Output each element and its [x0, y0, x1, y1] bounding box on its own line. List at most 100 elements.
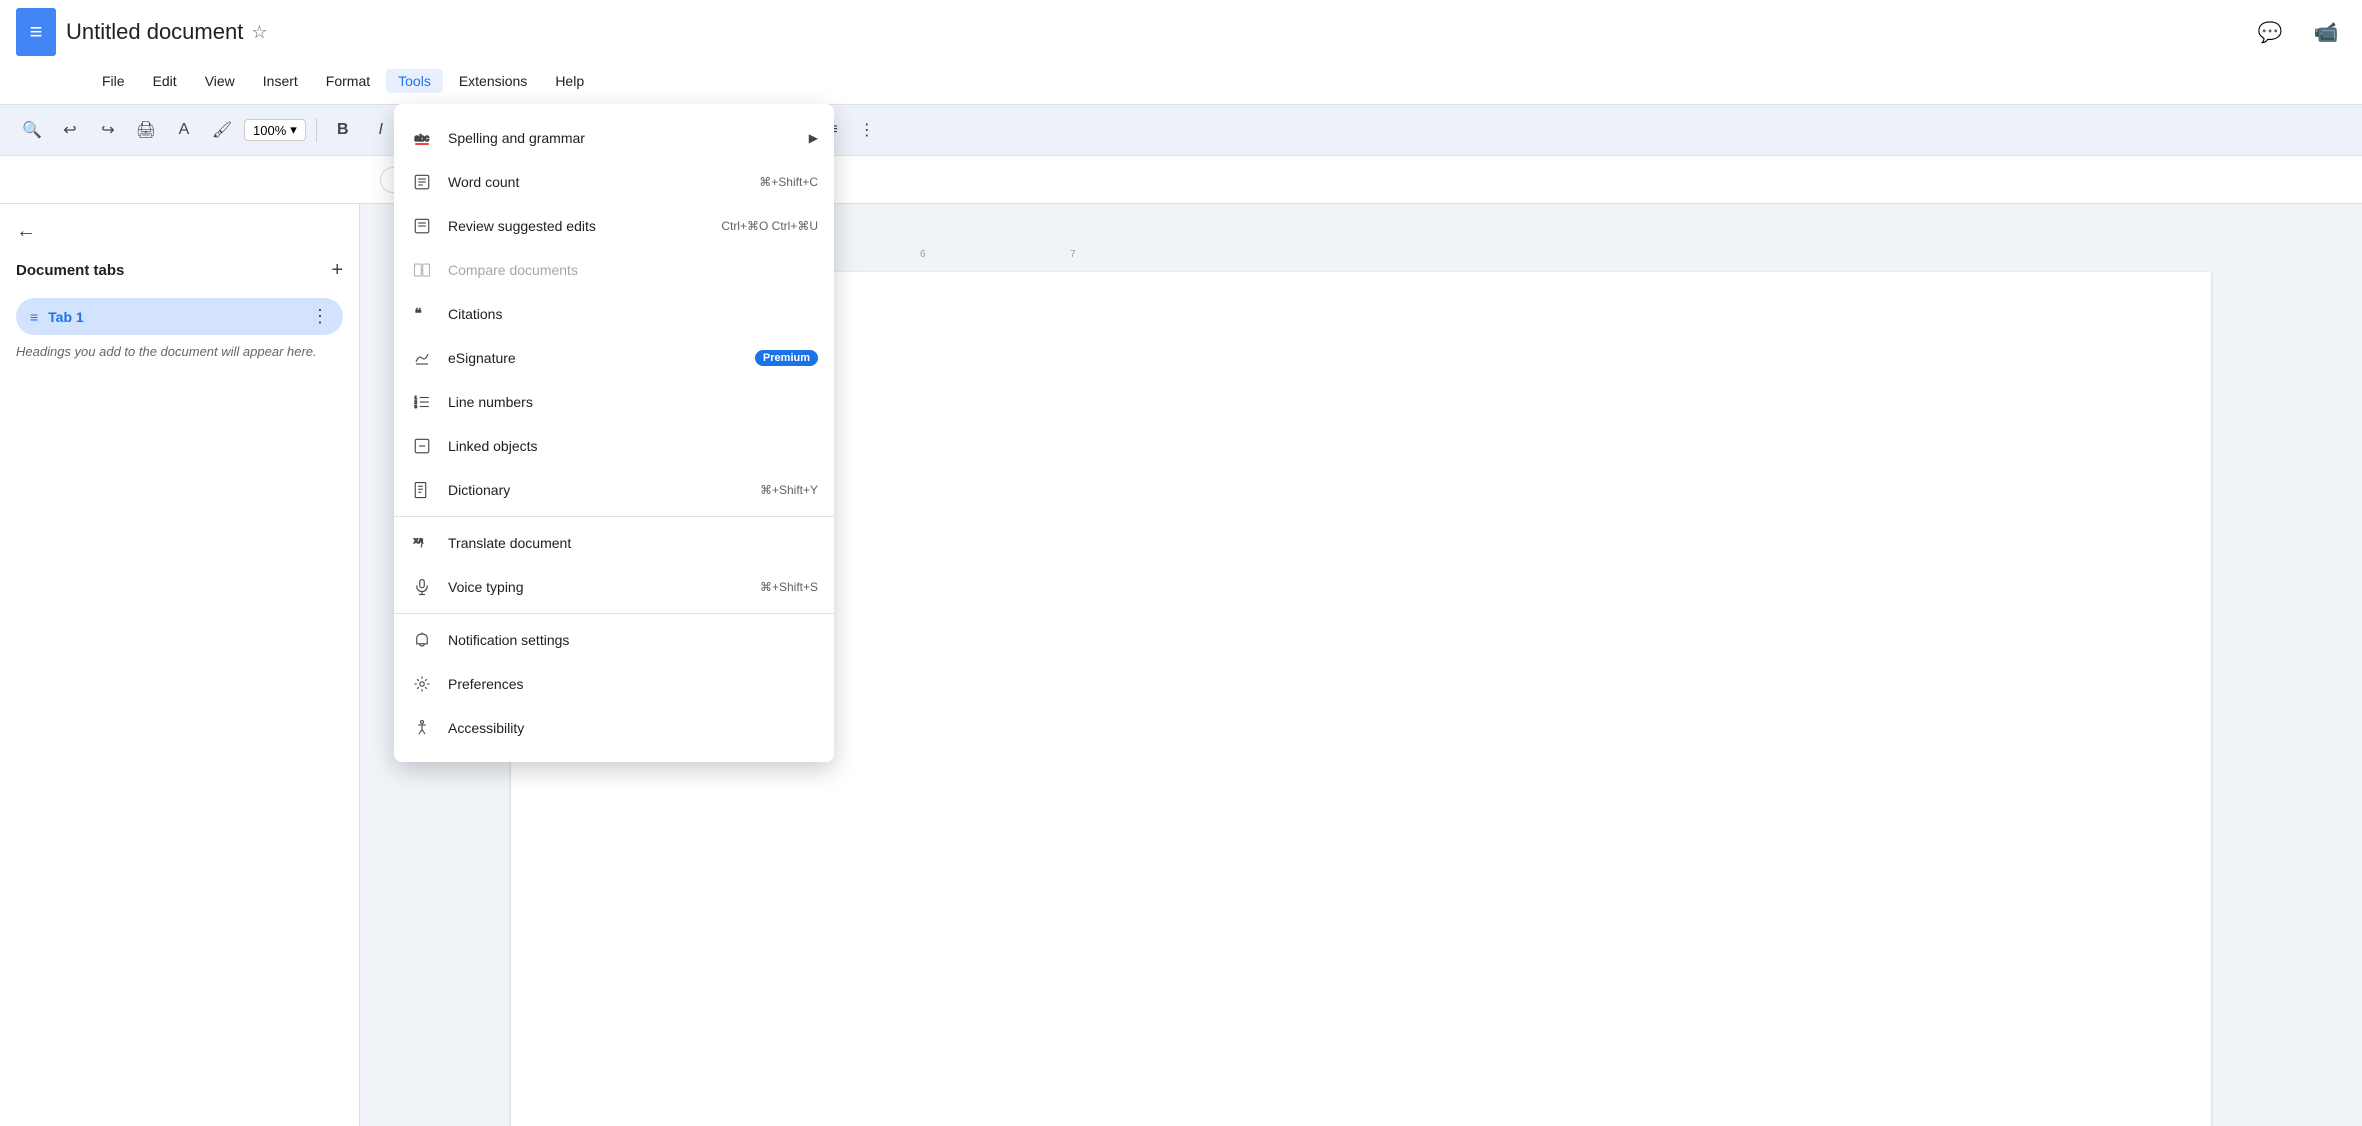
- title-section: Untitled document ☆: [66, 19, 267, 45]
- toolbar: 🔍 ↩ ↪ 🖨 A 🖌 100% ▾ B I U A ✏ 🔗 💬 🖼 ≡ ↕ ☑…: [0, 104, 2362, 156]
- svg-text:abc: abc: [415, 133, 430, 143]
- sidebar-title-row: Document tabs +: [16, 259, 343, 282]
- divider-1: [316, 118, 317, 142]
- review-shortcut: Ctrl+⌘O Ctrl+⌘U: [721, 219, 818, 233]
- menu-notification-settings[interactable]: Notification settings: [394, 618, 834, 662]
- menu-linked-objects[interactable]: Linked objects: [394, 424, 834, 468]
- dictionary-icon: [410, 478, 434, 502]
- linkedobjects-label: Linked objects: [448, 438, 818, 454]
- dictionary-label: Dictionary: [448, 482, 746, 498]
- menu-format[interactable]: Format: [314, 69, 382, 93]
- sidebar-back-btn[interactable]: ←: [16, 220, 343, 243]
- title-right: 💬 📹: [2250, 12, 2346, 52]
- document-title[interactable]: Untitled document: [66, 19, 243, 45]
- video-icon[interactable]: 📹: [2306, 12, 2346, 52]
- undo-btn[interactable]: ↩: [54, 114, 86, 146]
- translate-icon: XA: [410, 531, 434, 555]
- translate-label: Translate document: [448, 535, 818, 551]
- wordcount-shortcut: ⌘+Shift+C: [759, 175, 818, 189]
- menu-word-count[interactable]: Word count ⌘+Shift+C: [394, 160, 834, 204]
- ruler-mark-7: 7: [1070, 249, 1076, 260]
- more-toolbar-btn[interactable]: ⋮: [851, 114, 883, 146]
- spelling-arrow: ▶: [809, 131, 818, 145]
- linkedobjects-icon: [410, 434, 434, 458]
- tab-1-label: Tab 1: [48, 309, 301, 325]
- dictionary-shortcut: ⌘+Shift+Y: [760, 483, 818, 497]
- menu-edit[interactable]: Edit: [141, 69, 189, 93]
- voicetyping-shortcut: ⌘+Shift+S: [760, 580, 818, 594]
- menu-help[interactable]: Help: [543, 69, 596, 93]
- suggestions-bar: ✉ Email draft 🔍 More: [0, 156, 2362, 204]
- voicetyping-label: Voice typing: [448, 579, 746, 595]
- title-bar: Untitled document ☆ 💬 📹: [0, 0, 2362, 64]
- menu-line-numbers[interactable]: 123 Line numbers: [394, 380, 834, 424]
- notification-label: Notification settings: [448, 632, 818, 648]
- spelling-label: Spelling and grammar: [448, 130, 795, 146]
- zoom-arrow: ▾: [290, 122, 297, 138]
- docs-logo: [16, 8, 56, 56]
- sidebar-title: Document tabs: [16, 262, 124, 279]
- menu-section-3: Notification settings Preferences Access…: [394, 613, 834, 754]
- esignature-icon: [410, 346, 434, 370]
- premium-badge: Premium: [755, 350, 818, 366]
- print-btn[interactable]: 🖨: [130, 114, 162, 146]
- sidebar: ← Document tabs + ≡ Tab 1 ⋮ Headings you…: [0, 204, 360, 1126]
- zoom-control[interactable]: 100% ▾: [244, 119, 306, 141]
- menu-compare-docs: Compare documents: [394, 248, 834, 292]
- spellcheck-btn[interactable]: A: [168, 114, 200, 146]
- menu-extensions[interactable]: Extensions: [447, 69, 539, 93]
- menu-tools[interactable]: Tools: [386, 69, 443, 93]
- review-label: Review suggested edits: [448, 218, 707, 234]
- menu-spelling-grammar[interactable]: abc Spelling and grammar ▶: [394, 116, 834, 160]
- preferences-icon: [410, 672, 434, 696]
- menu-esignature[interactable]: eSignature Premium: [394, 336, 834, 380]
- citations-icon: ❝: [410, 302, 434, 326]
- add-tab-btn[interactable]: +: [331, 259, 343, 282]
- linenumbers-label: Line numbers: [448, 394, 818, 410]
- search-toolbar-btn[interactable]: 🔍: [16, 114, 48, 146]
- notification-icon: [410, 628, 434, 652]
- tab-more-btn[interactable]: ⋮: [311, 306, 329, 327]
- linenumbers-icon: 123: [410, 390, 434, 414]
- chat-icon[interactable]: 💬: [2250, 12, 2290, 52]
- menu-section-2: XA Translate document Voice typing ⌘+Shi…: [394, 516, 834, 613]
- tab-doc-icon: ≡: [30, 309, 38, 325]
- menu-view[interactable]: View: [193, 69, 247, 93]
- menu-dictionary[interactable]: Dictionary ⌘+Shift+Y: [394, 468, 834, 512]
- menu-voice-typing[interactable]: Voice typing ⌘+Shift+S: [394, 565, 834, 609]
- paint-format-btn[interactable]: 🖌: [206, 114, 238, 146]
- citations-label: Citations: [448, 306, 818, 322]
- esignature-label: eSignature: [448, 350, 741, 366]
- svg-text:3: 3: [415, 404, 418, 409]
- menu-section-1: abc Spelling and grammar ▶ Word count ⌘+…: [394, 112, 834, 516]
- menu-accessibility[interactable]: Accessibility: [394, 706, 834, 750]
- accessibility-label: Accessibility: [448, 720, 818, 736]
- ruler-mark-6: 6: [920, 249, 926, 260]
- menu-citations[interactable]: ❝ Citations: [394, 292, 834, 336]
- sidebar-hint: Headings you add to the document will ap…: [16, 343, 343, 361]
- spelling-icon: abc: [410, 126, 434, 150]
- wordcount-icon: [410, 170, 434, 194]
- menu-review-edits[interactable]: Review suggested edits Ctrl+⌘O Ctrl+⌘U: [394, 204, 834, 248]
- voicetyping-icon: [410, 575, 434, 599]
- bold-btn[interactable]: B: [327, 114, 359, 146]
- menu-preferences[interactable]: Preferences: [394, 662, 834, 706]
- menu-file[interactable]: File: [90, 69, 137, 93]
- menu-translate[interactable]: XA Translate document: [394, 521, 834, 565]
- italic-btn[interactable]: I: [365, 114, 397, 146]
- svg-text:❝: ❝: [415, 306, 422, 321]
- tools-dropdown-menu: abc Spelling and grammar ▶ Word count ⌘+…: [394, 104, 834, 762]
- tab-1-item[interactable]: ≡ Tab 1 ⋮: [16, 298, 343, 335]
- review-icon: [410, 214, 434, 238]
- menu-insert[interactable]: Insert: [251, 69, 310, 93]
- redo-btn[interactable]: ↪: [92, 114, 124, 146]
- menu-bar: File Edit View Insert Format Tools Exten…: [0, 64, 2362, 104]
- wordcount-label: Word count: [448, 174, 745, 190]
- star-icon[interactable]: ☆: [251, 22, 267, 43]
- compare-label: Compare documents: [448, 262, 818, 278]
- accessibility-icon: [410, 716, 434, 740]
- preferences-label: Preferences: [448, 676, 818, 692]
- compare-icon: [410, 258, 434, 282]
- zoom-value: 100%: [253, 123, 286, 138]
- content-area: ← Document tabs + ≡ Tab 1 ⋮ Headings you…: [0, 204, 2362, 1126]
